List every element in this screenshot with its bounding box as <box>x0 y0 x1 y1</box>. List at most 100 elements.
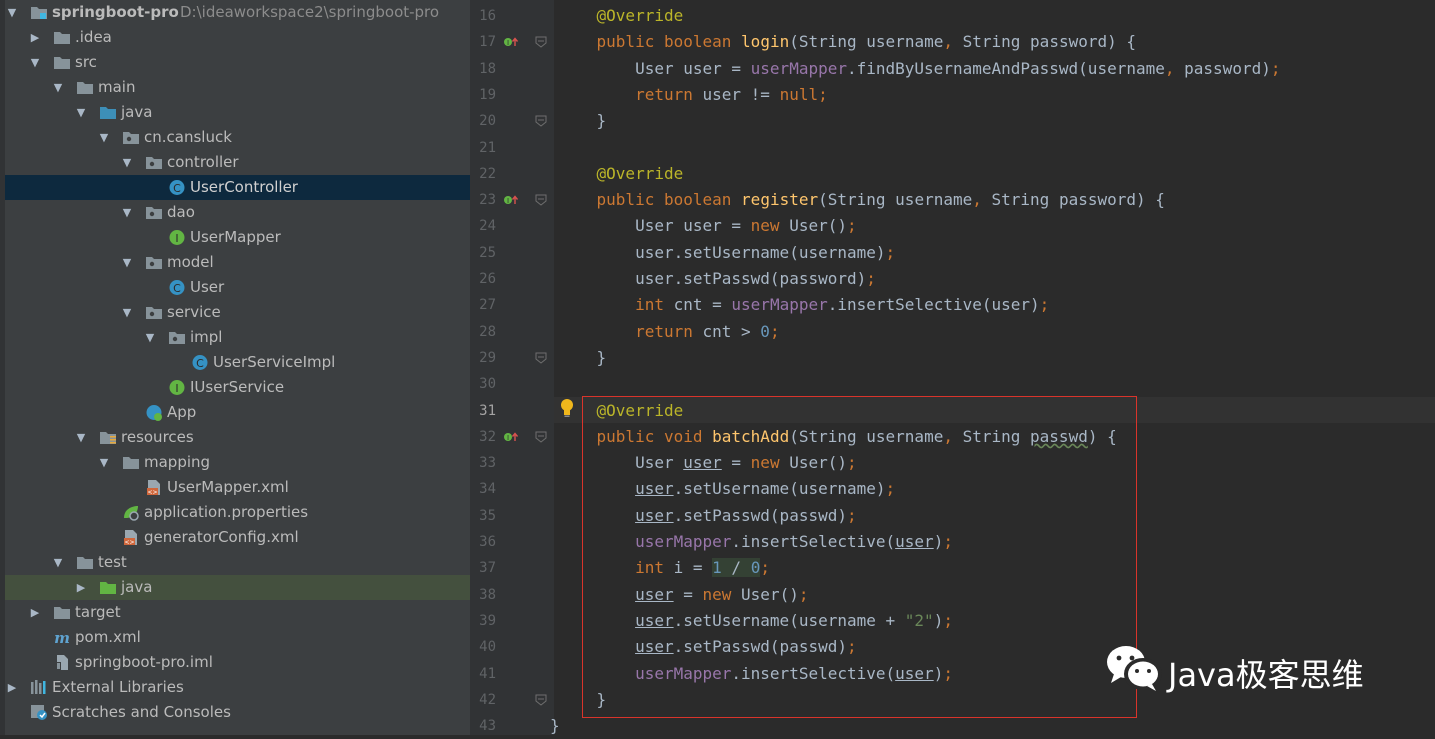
fold-marker-icon[interactable] <box>535 36 547 48</box>
line-number[interactable]: 22 <box>470 161 496 187</box>
intention-bulb-icon[interactable] <box>559 398 575 418</box>
expand-arrow-icon[interactable]: ▼ <box>51 550 65 575</box>
line-number[interactable]: 26 <box>470 266 496 292</box>
line-number[interactable]: 43 <box>470 713 496 739</box>
expand-arrow-icon[interactable]: ▼ <box>120 150 134 175</box>
tree-item[interactable]: ▼ resources <box>5 425 470 450</box>
code-line[interactable]: User user = userMapper.findByUsernameAnd… <box>558 56 1280 82</box>
tree-item[interactable]: ▶ External Libraries <box>5 675 470 700</box>
tree-item[interactable]: m pom.xml <box>5 625 470 650</box>
line-number[interactable]: 27 <box>470 292 496 318</box>
line-number[interactable]: 28 <box>470 319 496 345</box>
tree-item[interactable]: ▼ impl <box>5 325 470 350</box>
fold-marker-icon[interactable] <box>535 194 547 206</box>
expand-arrow-icon[interactable]: ▼ <box>120 200 134 225</box>
tree-item[interactable]: C UserServiceImpl <box>5 350 470 375</box>
code-line[interactable]: public boolean register(String username,… <box>558 187 1165 213</box>
line-number[interactable]: 42 <box>470 687 496 713</box>
tree-item[interactable]: <> UserMapper.xml <box>5 475 470 500</box>
line-number[interactable]: 19 <box>470 82 496 108</box>
fold-marker-icon[interactable] <box>535 694 547 706</box>
svg-text:I: I <box>507 197 509 205</box>
collapse-arrow-icon[interactable]: ▶ <box>28 25 42 50</box>
line-number[interactable]: 24 <box>470 213 496 239</box>
collapse-arrow-icon[interactable]: ▶ <box>28 600 42 625</box>
tree-item[interactable]: I IUserService <box>5 375 470 400</box>
tree-item[interactable]: ▶ .idea <box>5 25 470 50</box>
tree-item[interactable]: application.properties <box>5 500 470 525</box>
line-number[interactable]: 33 <box>470 450 496 476</box>
line-number[interactable]: 41 <box>470 661 496 687</box>
line-number[interactable]: 29 <box>470 345 496 371</box>
expand-arrow-icon[interactable]: ▼ <box>74 425 88 450</box>
tree-item[interactable]: ▼ main <box>5 75 470 100</box>
tree-item[interactable]: App <box>5 400 470 425</box>
line-number[interactable]: 31 <box>470 398 496 424</box>
line-number[interactable]: 16 <box>470 3 496 29</box>
expand-arrow-icon[interactable]: ▼ <box>51 75 65 100</box>
line-number[interactable]: 35 <box>470 503 496 529</box>
implements-method-icon[interactable]: I <box>503 36 519 48</box>
tree-item[interactable]: ▼ src <box>5 50 470 75</box>
collapse-arrow-icon[interactable]: ▶ <box>5 675 19 700</box>
collapse-arrow-icon[interactable]: ▶ <box>74 575 88 600</box>
tree-item[interactable]: ▶ target <box>5 600 470 625</box>
tree-item[interactable]: ▼ springboot-pro D:\ideaworkspace2\springb… <box>5 0 470 25</box>
line-number[interactable]: 37 <box>470 555 496 581</box>
code-line[interactable]: @Override <box>558 3 684 29</box>
code-line[interactable]: public boolean login(String username, St… <box>558 29 1136 55</box>
tree-item[interactable]: ▶ java <box>5 575 470 600</box>
code-line[interactable]: int cnt = userMapper.insertSelective(use… <box>558 292 1049 318</box>
code-line[interactable]: user.setUsername(username); <box>558 240 895 266</box>
line-number[interactable]: 25 <box>470 240 496 266</box>
tree-item[interactable]: ▼ model <box>5 250 470 275</box>
tree-item[interactable]: ▼ controller <box>5 150 470 175</box>
line-number[interactable]: 20 <box>470 108 496 134</box>
expand-arrow-icon[interactable]: ▼ <box>97 450 111 475</box>
line-number[interactable]: 32 <box>470 424 496 450</box>
line-number[interactable]: 34 <box>470 476 496 502</box>
expand-arrow-icon[interactable]: ▼ <box>143 325 157 350</box>
code-line[interactable]: } <box>558 345 607 371</box>
line-number[interactable]: 38 <box>470 582 496 608</box>
line-number[interactable]: 39 <box>470 608 496 634</box>
implements-method-icon[interactable]: I <box>503 194 519 206</box>
code-line[interactable]: } <box>550 713 560 739</box>
tree-item[interactable]: ▼ service <box>5 300 470 325</box>
line-number[interactable]: 23 <box>470 187 496 213</box>
tree-item[interactable]: ▼ dao <box>5 200 470 225</box>
line-number[interactable]: 40 <box>470 634 496 660</box>
code-line[interactable]: user.setPasswd(password); <box>558 266 876 292</box>
tree-item[interactable]: ▼ java <box>5 100 470 125</box>
code-line[interactable]: @Override <box>558 161 684 187</box>
tree-item[interactable]: I UserMapper <box>5 225 470 250</box>
expand-arrow-icon[interactable]: ▼ <box>74 100 88 125</box>
tree-item[interactable]: C UserController <box>5 175 470 200</box>
fold-marker-icon[interactable] <box>535 352 547 364</box>
tree-item[interactable]: ▼ test <box>5 550 470 575</box>
expand-arrow-icon[interactable]: ▼ <box>28 50 42 75</box>
code-line[interactable]: } <box>558 108 607 134</box>
code-line[interactable]: return user != null; <box>558 82 828 108</box>
expand-arrow-icon[interactable]: ▼ <box>120 250 134 275</box>
line-number[interactable]: 30 <box>470 371 496 397</box>
line-number[interactable]: 21 <box>470 135 496 161</box>
line-number[interactable]: 17 <box>470 29 496 55</box>
tree-item[interactable]: ▼ cn.cansluck <box>5 125 470 150</box>
expand-arrow-icon[interactable]: ▼ <box>120 300 134 325</box>
resources-folder-icon <box>99 429 117 446</box>
code-line[interactable]: User user = new User(); <box>558 213 857 239</box>
tree-item[interactable]: springboot-pro.iml <box>5 650 470 675</box>
line-number[interactable]: 36 <box>470 529 496 555</box>
fold-marker-icon[interactable] <box>535 115 547 127</box>
tree-item[interactable]: ▼ mapping <box>5 450 470 475</box>
expand-arrow-icon[interactable]: ▼ <box>97 125 111 150</box>
line-number[interactable]: 18 <box>470 56 496 82</box>
fold-marker-icon[interactable] <box>535 431 547 443</box>
tree-item[interactable]: Scratches and Consoles <box>5 700 470 725</box>
code-line[interactable]: return cnt > 0; <box>558 319 780 345</box>
tree-item[interactable]: C User <box>5 275 470 300</box>
implements-method-icon[interactable]: I <box>503 431 519 443</box>
expand-arrow-icon[interactable]: ▼ <box>5 0 19 25</box>
tree-item[interactable]: <> generatorConfig.xml <box>5 525 470 550</box>
